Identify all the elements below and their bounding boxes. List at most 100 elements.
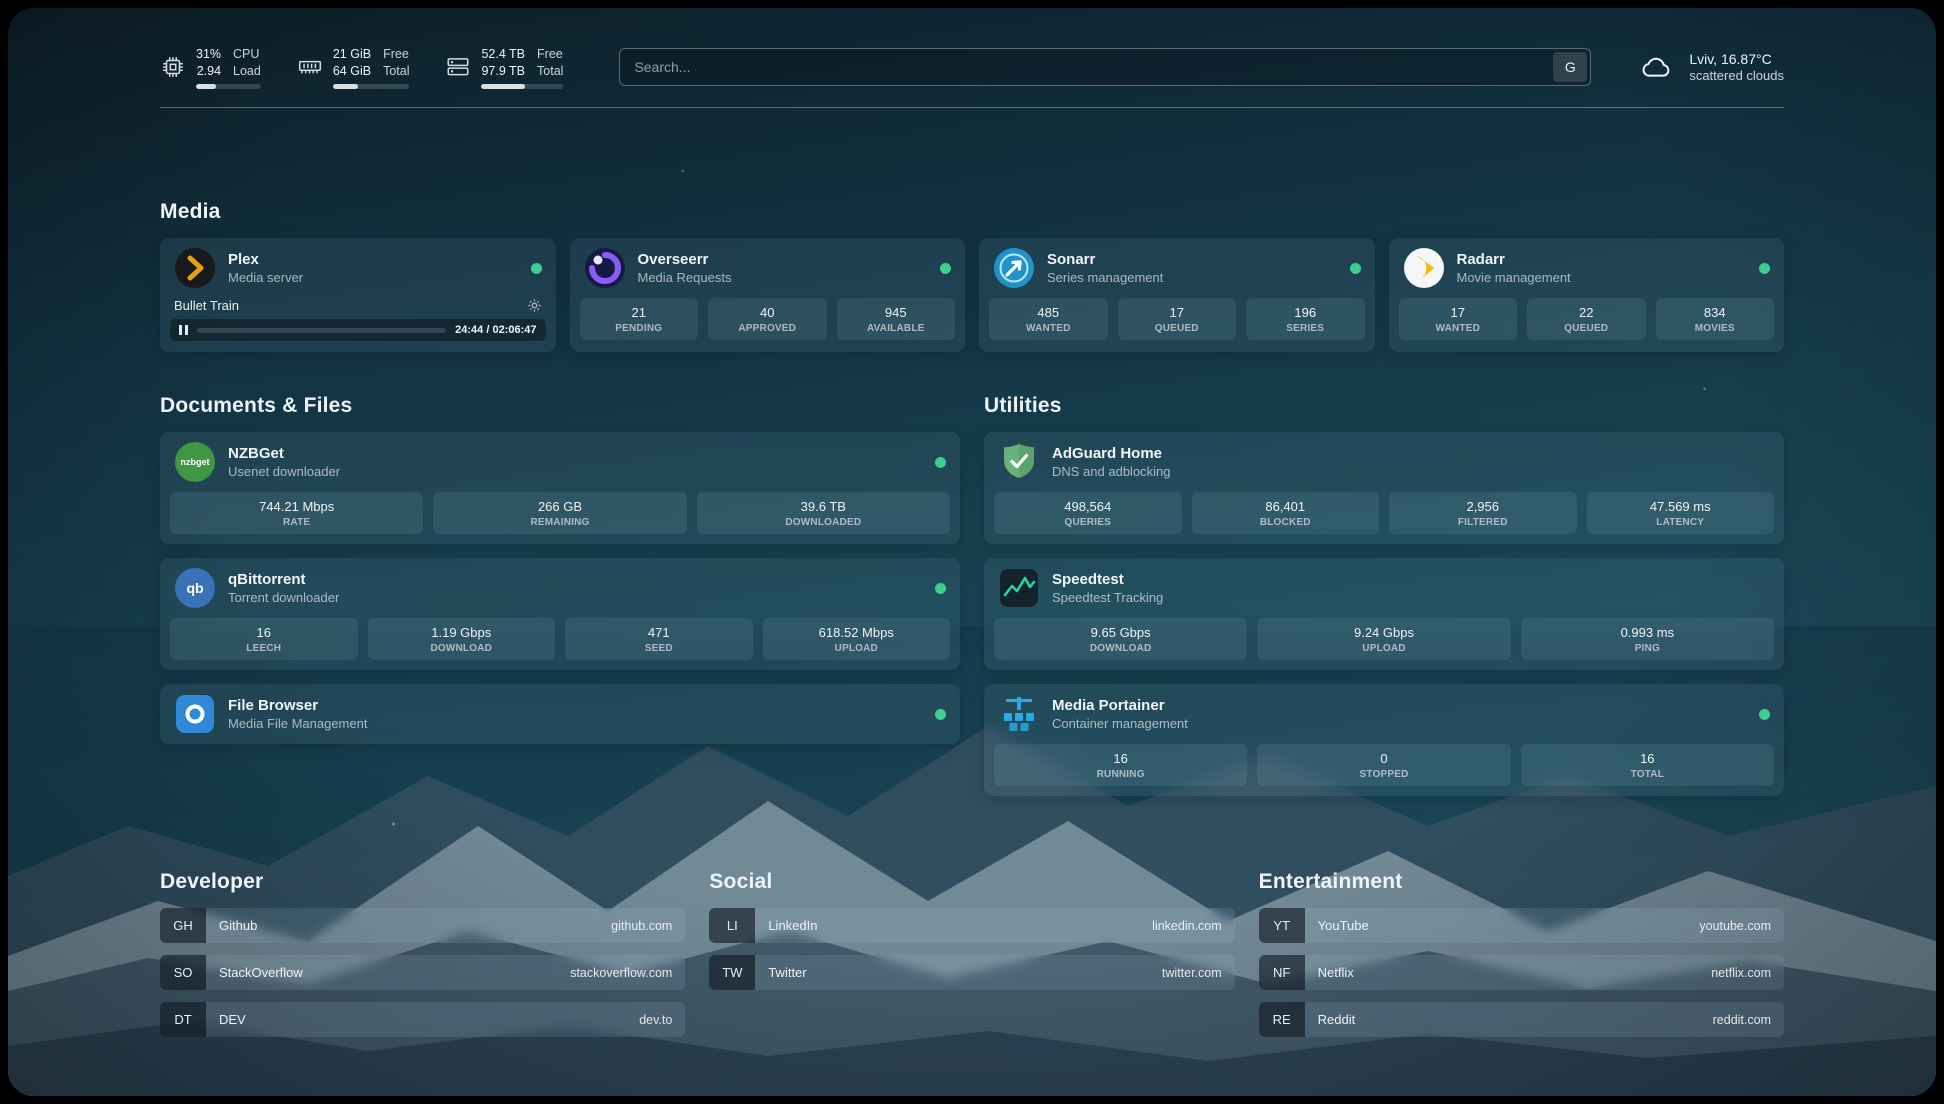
- disk-progress-bar: [481, 84, 563, 89]
- bookmark-name: LinkedIn: [755, 918, 817, 933]
- portainer-icon: [998, 693, 1040, 735]
- bookmark-name: Netflix: [1305, 965, 1354, 980]
- service-link-sonarr[interactable]: Sonarr Series management: [979, 238, 1375, 298]
- stat-remaining: 266 GBREMAINING: [433, 492, 686, 534]
- stat-queries: 498,564QUERIES: [994, 492, 1182, 534]
- bookmark-url: linkedin.com: [1152, 919, 1234, 933]
- bookmark-url: netflix.com: [1711, 966, 1784, 980]
- service-name: Speedtest: [1052, 571, 1163, 589]
- service-name: Sonarr: [1047, 251, 1163, 269]
- bookmark-name: Reddit: [1305, 1012, 1356, 1027]
- settings-gear-icon[interactable]: [527, 298, 542, 313]
- stat-leech: 16LEECH: [170, 618, 358, 660]
- stat-queued: 17QUEUED: [1118, 298, 1237, 340]
- stat-blocked: 86,401BLOCKED: [1192, 492, 1380, 534]
- cpu-label: CPU: [233, 46, 261, 63]
- cpu-progress-bar: [196, 84, 261, 89]
- bookmark-url: reddit.com: [1713, 1013, 1784, 1027]
- service-link-speedtest[interactable]: Speedtest Speedtest Tracking: [984, 558, 1784, 618]
- overseerr-icon: [584, 247, 626, 289]
- disk-total-value: 97.9 TB: [481, 63, 525, 80]
- service-name: Overseerr: [638, 251, 732, 269]
- bookmark-name: Twitter: [755, 965, 806, 980]
- stat-upload: 618.52 MbpsUPLOAD: [763, 618, 951, 660]
- search-input[interactable]: [620, 59, 1553, 75]
- bookmark-abbr: YT: [1259, 908, 1305, 943]
- adguard-shield-icon: [998, 441, 1040, 483]
- memory-ram-icon: [297, 54, 323, 80]
- status-dot: [935, 583, 946, 594]
- service-card-portainer: Media Portainer Container management 16R…: [984, 684, 1784, 796]
- stat-available: 945AVAILABLE: [837, 298, 956, 340]
- service-card-filebrowser: File Browser Media File Management: [160, 684, 960, 744]
- bookmark-dev[interactable]: DT DEV dev.to: [160, 1002, 685, 1037]
- dashboard-screen: 31% CPU 2.94 Load 21 GiB: [8, 8, 1936, 1096]
- stat-stopped: 0STOPPED: [1257, 744, 1510, 786]
- bookmark-abbr: RE: [1259, 1002, 1305, 1037]
- disk-total-label: Total: [537, 63, 563, 80]
- status-dot: [1759, 263, 1770, 274]
- stat-download: 1.19 GbpsDOWNLOAD: [368, 618, 556, 660]
- section-documents: Documents & Files nzbget NZBGet Usenet d…: [160, 394, 960, 796]
- svg-text:nzbget: nzbget: [181, 457, 210, 467]
- service-subtitle: Media server: [228, 270, 303, 285]
- service-card-radarr: Radarr Movie management 17WANTED 22QUEUE…: [1389, 238, 1785, 352]
- pause-icon[interactable]: [179, 325, 188, 335]
- status-dot: [531, 263, 542, 274]
- bookmark-abbr: LI: [709, 908, 755, 943]
- status-dot: [935, 709, 946, 720]
- stat-pending: 21PENDING: [580, 298, 699, 340]
- search-provider-button[interactable]: G: [1553, 52, 1587, 82]
- cpu-chip-icon: [160, 54, 186, 80]
- bookmark-twitter[interactable]: TW Twitter twitter.com: [709, 955, 1234, 990]
- service-link-plex[interactable]: Plex Media server: [160, 238, 556, 298]
- bookmark-abbr: GH: [160, 908, 206, 943]
- section-media: Media Plex Media server: [160, 200, 1784, 352]
- service-card-nzbget: nzbget NZBGet Usenet downloader 744.21 M…: [160, 432, 960, 544]
- stat-downloaded: 39.6 TBDOWNLOADED: [697, 492, 950, 534]
- bookmark-github[interactable]: GH Github github.com: [160, 908, 685, 943]
- bookmark-url: youtube.com: [1699, 919, 1784, 933]
- playback-track[interactable]: [197, 328, 446, 333]
- service-subtitle: DNS and adblocking: [1052, 464, 1171, 479]
- bookmark-reddit[interactable]: RE Reddit reddit.com: [1259, 1002, 1784, 1037]
- nzbget-icon: nzbget: [174, 441, 216, 483]
- radarr-icon: [1403, 247, 1445, 289]
- stat-total: 16TOTAL: [1521, 744, 1774, 786]
- service-link-portainer[interactable]: Media Portainer Container management: [984, 684, 1784, 744]
- developer-section-title: Developer: [160, 870, 685, 894]
- disk-free-value: 52.4 TB: [481, 46, 525, 63]
- service-link-adguard[interactable]: AdGuard Home DNS and adblocking: [984, 432, 1784, 492]
- bookmark-url: twitter.com: [1162, 966, 1235, 980]
- service-link-qbittorrent[interactable]: qb qBittorrent Torrent downloader: [160, 558, 960, 618]
- qbittorrent-icon: qb: [174, 567, 216, 609]
- memory-total-label: Total: [383, 63, 409, 80]
- disk-progress-fill: [481, 84, 524, 89]
- service-card-speedtest: Speedtest Speedtest Tracking 9.65 GbpsDO…: [984, 558, 1784, 670]
- bookmark-group-entertainment: Entertainment YT YouTube youtube.com NF …: [1259, 870, 1784, 1049]
- stat-series: 196SERIES: [1246, 298, 1365, 340]
- service-link-nzbget[interactable]: nzbget NZBGet Usenet downloader: [160, 432, 960, 492]
- service-name: qBittorrent: [228, 571, 339, 589]
- bookmark-netflix[interactable]: NF Netflix netflix.com: [1259, 955, 1784, 990]
- service-link-overseerr[interactable]: Overseerr Media Requests: [570, 238, 966, 298]
- service-subtitle: Media File Management: [228, 716, 367, 731]
- stat-download: 9.65 GbpsDOWNLOAD: [994, 618, 1247, 660]
- memory-free-value: 21 GiB: [333, 46, 371, 63]
- bookmark-linkedin[interactable]: LI LinkedIn linkedin.com: [709, 908, 1234, 943]
- stat-seed: 471SEED: [565, 618, 753, 660]
- service-subtitle: Movie management: [1457, 270, 1571, 285]
- service-name: File Browser: [228, 697, 367, 715]
- service-link-radarr[interactable]: Radarr Movie management: [1389, 238, 1785, 298]
- service-link-filebrowser[interactable]: File Browser Media File Management: [160, 684, 960, 744]
- bookmark-group-social: Social LI LinkedIn linkedin.com TW Twitt…: [709, 870, 1234, 1049]
- status-dot: [935, 457, 946, 468]
- service-name: Media Portainer: [1052, 697, 1188, 715]
- cpu-widget: 31% CPU 2.94 Load: [160, 46, 261, 89]
- bookmark-youtube[interactable]: YT YouTube youtube.com: [1259, 908, 1784, 943]
- now-playing-title: Bullet Train: [174, 298, 239, 313]
- bookmark-stackoverflow[interactable]: SO StackOverflow stackoverflow.com: [160, 955, 685, 990]
- memory-widget: 21 GiB Free 64 GiB Total: [297, 46, 410, 89]
- stat-rate: 744.21 MbpsRATE: [170, 492, 423, 534]
- service-card-overseerr: Overseerr Media Requests 21PENDING 40APP…: [570, 238, 966, 352]
